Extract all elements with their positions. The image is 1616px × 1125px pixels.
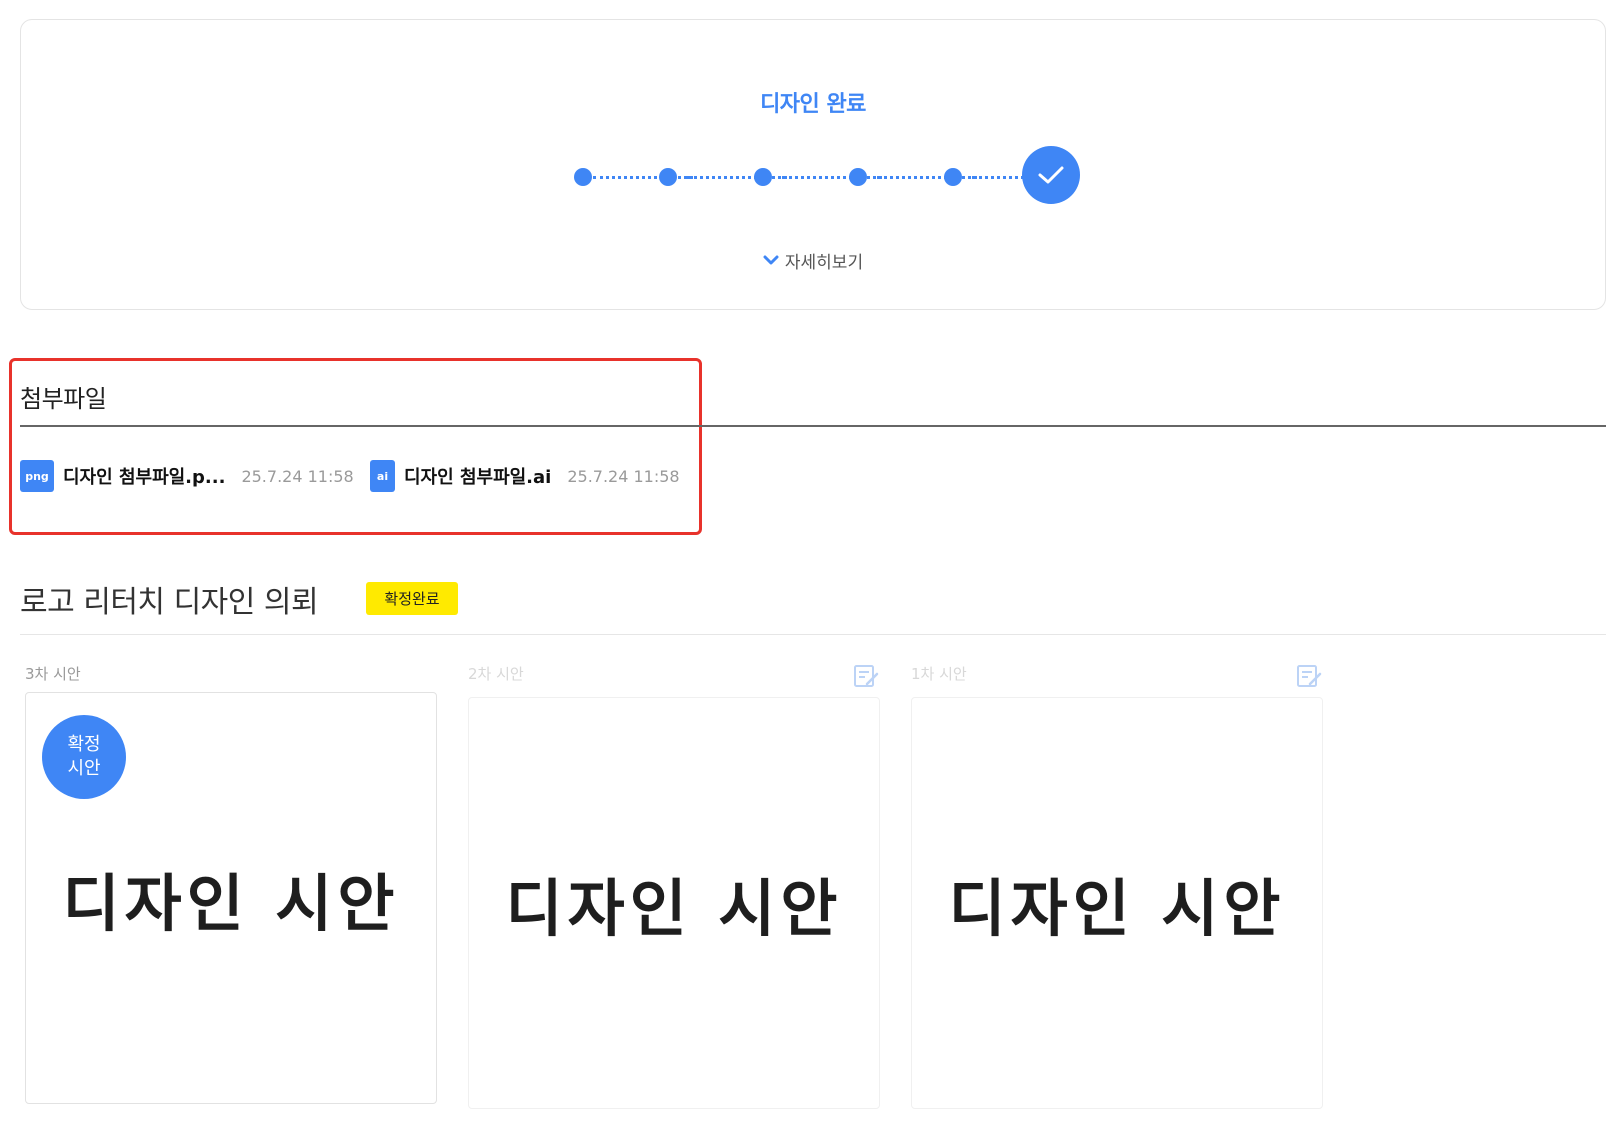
draft-label: 1차 시안: [911, 665, 967, 683]
edit-icon[interactable]: [853, 663, 879, 689]
draft-card[interactable]: 확정 시안 디자인 시안: [25, 692, 437, 1104]
progress-step-dot: [849, 168, 867, 186]
progress-step-dot: [659, 168, 677, 186]
status-card: 디자인 완료 자세히보기: [20, 19, 1606, 310]
edit-icon[interactable]: [1296, 663, 1322, 689]
file-type-badge: ai: [370, 460, 395, 492]
progress-connector: [687, 176, 787, 179]
progress-step-dot: [754, 168, 772, 186]
progress-connector: [593, 176, 693, 179]
confirmed-marker-line: 확정: [67, 734, 101, 755]
request-divider: [20, 634, 1606, 635]
details-toggle[interactable]: 자세히보기: [21, 248, 1605, 273]
progress-complete-step: [1022, 146, 1080, 204]
file-name[interactable]: 디자인 첨부파일.p...: [63, 463, 225, 489]
chevron-down-icon: [763, 255, 779, 265]
progress-connector: [782, 176, 882, 179]
attachment-file[interactable]: ai 디자인 첨부파일.ai 25.7.24 11:58: [370, 460, 680, 492]
progress-step-dot: [574, 168, 592, 186]
progress-connector: [877, 176, 977, 179]
draft-card[interactable]: 디자인 시안: [468, 697, 880, 1109]
draft-label: 3차 시안: [25, 665, 81, 683]
draft-card[interactable]: 디자인 시안: [911, 697, 1323, 1109]
progress-step-dot: [944, 168, 962, 186]
attachment-file[interactable]: png 디자인 첨부파일.p... 25.7.24 11:58: [20, 460, 354, 492]
file-type-badge: png: [20, 460, 54, 492]
check-icon: [1038, 166, 1064, 184]
confirmed-marker-line: 시안: [67, 758, 101, 779]
draft-preview-text: 디자인 시안: [505, 872, 843, 945]
attachments-divider: [20, 425, 1606, 427]
confirmed-draft-marker: 확정 시안: [42, 715, 126, 799]
attachments-title: 첨부파일: [20, 385, 107, 413]
details-toggle-label: 자세히보기: [784, 253, 864, 273]
draft-preview-text: 디자인 시안: [62, 867, 400, 940]
draft-preview-text: 디자인 시안: [948, 872, 1286, 945]
request-title: 로고 리터치 디자인 의뢰: [20, 585, 319, 620]
status-badge: 확정완료: [366, 582, 458, 615]
draft-label: 2차 시안: [468, 665, 524, 683]
file-date: 25.7.24 11:58: [241, 466, 354, 486]
file-date: 25.7.24 11:58: [567, 466, 680, 486]
file-name[interactable]: 디자인 첨부파일.ai: [404, 463, 551, 489]
attachments-highlight-box: [9, 358, 702, 535]
